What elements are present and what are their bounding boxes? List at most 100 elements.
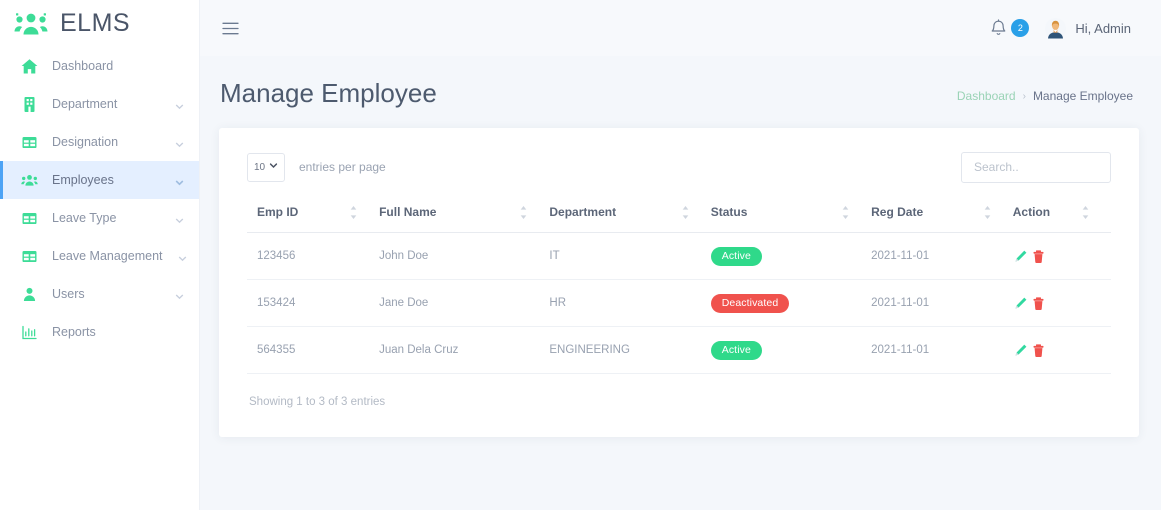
users-icon [21, 172, 38, 189]
chevron-down-icon [174, 289, 185, 300]
pencil-icon[interactable] [1013, 296, 1028, 311]
cell-full-name: Juan Dela Cruz [379, 326, 550, 374]
hamburger-icon[interactable] [222, 22, 239, 35]
table-icon [21, 248, 38, 265]
sidebar-item-label: Designation [52, 135, 119, 149]
column-header-status[interactable]: Status [710, 199, 872, 233]
status-badge: Active [710, 340, 762, 360]
column-header-action[interactable]: Action [1012, 199, 1111, 233]
cell-department: HR [549, 279, 711, 327]
page-length-select[interactable]: 10 [247, 152, 285, 182]
cell-emp-id: 153424 [247, 279, 380, 327]
sidebar-item-employees[interactable]: Employees [0, 161, 199, 199]
table-row: 153424 Jane Doe HR Deactivated 2021-11-0… [247, 279, 1111, 327]
column-header-department[interactable]: Department [549, 199, 711, 233]
trash-icon[interactable] [1031, 296, 1046, 311]
chevron-down-icon [177, 251, 188, 262]
cell-action [1012, 232, 1111, 280]
table-footer-info: Showing 1 to 3 of 3 entries [249, 396, 386, 408]
table-body: 123456 John Doe IT Active 2021-11-01 153… [247, 232, 1111, 374]
topbar: 2 Hi, Admin [200, 0, 1161, 56]
sidebar: ELMS Dashboard Department Designation Em… [0, 0, 200, 510]
breadcrumb-dashboard-link[interactable]: Dashboard [957, 89, 1016, 103]
cell-reg-date: 2021-11-01 [871, 326, 1013, 374]
pencil-icon[interactable] [1013, 343, 1028, 358]
column-label: Emp ID [257, 205, 299, 219]
sidebar-item-reports[interactable]: Reports [0, 313, 199, 351]
sidebar-item-label: Leave Management [52, 249, 163, 263]
sort-icon [842, 205, 849, 219]
sidebar-item-leave-management[interactable]: Leave Management [0, 237, 199, 275]
cell-action [1012, 279, 1111, 327]
user-icon [21, 286, 38, 303]
column-header-emp-id[interactable]: Emp ID [247, 199, 380, 233]
table-head: Emp ID Full Name Department Status Reg D… [247, 199, 1111, 233]
cell-action [1012, 326, 1111, 374]
cell-status: Active [710, 232, 872, 280]
table-row: 123456 John Doe IT Active 2021-11-01 [247, 232, 1111, 280]
bell-icon [990, 18, 1007, 38]
trash-icon[interactable] [1031, 343, 1046, 358]
entries-per-page-label: entries per page [299, 160, 386, 174]
cell-department: IT [549, 232, 711, 280]
sort-icon [984, 205, 991, 219]
table-icon [21, 134, 38, 151]
sidebar-item-leave-type[interactable]: Leave Type [0, 199, 199, 237]
breadcrumb: Dashboard › Manage Employee [957, 89, 1133, 108]
table-header-row: Emp ID Full Name Department Status Reg D… [247, 199, 1111, 233]
status-badge: Active [710, 246, 762, 266]
user-menu[interactable]: Hi, Admin [1045, 17, 1131, 39]
sidebar-item-label: Users [52, 287, 85, 301]
table-row: 564355 Juan Dela Cruz ENGINEERING Active… [247, 326, 1111, 374]
sort-icon [682, 205, 689, 219]
column-header-reg-date[interactable]: Reg Date [871, 199, 1013, 233]
avatar-icon [1045, 17, 1067, 39]
table-toolbar: 10 entries per page [247, 150, 1111, 184]
topbar-right: 2 Hi, Admin [990, 17, 1131, 39]
sort-icon [520, 205, 527, 219]
page-length-value: 10 [253, 161, 266, 173]
sidebar-item-users[interactable]: Users [0, 275, 199, 313]
users-group-icon [14, 11, 48, 37]
sidebar-item-label: Leave Type [52, 211, 117, 225]
brand[interactable]: ELMS [0, 0, 199, 47]
employee-table-card: 10 entries per page Emp ID [219, 128, 1139, 437]
cell-department: ENGINEERING [549, 326, 711, 374]
main-area: 2 Hi, Admin Manage Employee Dashboard › … [200, 0, 1161, 510]
status-badge: Deactivated [710, 293, 790, 313]
breadcrumb-current: Manage Employee [1032, 89, 1133, 103]
sidebar-item-label: Department [52, 97, 118, 111]
column-label: Status [710, 205, 748, 219]
chevron-down-icon [174, 99, 185, 110]
pencil-icon[interactable] [1013, 249, 1028, 264]
cell-status: Active [710, 326, 872, 374]
notifications-button[interactable]: 2 [990, 18, 1030, 38]
trash-icon[interactable] [1031, 249, 1046, 264]
notification-count-badge: 2 [1011, 19, 1030, 37]
sidebar-item-dashboard[interactable]: Dashboard [0, 47, 199, 85]
column-header-full-name[interactable]: Full Name [379, 199, 550, 233]
column-label: Reg Date [871, 205, 924, 219]
column-label: Action [1012, 205, 1051, 219]
sidebar-item-department[interactable]: Department [0, 85, 199, 123]
sort-icon [1082, 205, 1089, 219]
chevron-down-icon [174, 213, 185, 224]
sort-icon [350, 205, 357, 219]
sidebar-item-designation[interactable]: Designation [0, 123, 199, 161]
search-input[interactable] [961, 151, 1111, 183]
cell-emp-id: 564355 [247, 326, 380, 374]
chevron-down-icon [174, 175, 185, 186]
sidebar-item-label: Employees [52, 173, 114, 187]
chevron-down-icon [174, 137, 185, 148]
employee-table: Emp ID Full Name Department Status Reg D… [247, 199, 1111, 374]
column-label: Full Name [379, 205, 437, 219]
sidebar-nav: Dashboard Department Designation Employe… [0, 47, 199, 351]
cell-emp-id: 123456 [247, 232, 380, 280]
table-icon [21, 210, 38, 227]
app-root: ELMS Dashboard Department Designation Em… [0, 0, 1161, 510]
cell-reg-date: 2021-11-01 [871, 232, 1013, 280]
home-icon [21, 58, 38, 75]
cell-full-name: Jane Doe [379, 279, 550, 327]
page-header: Manage Employee Dashboard › Manage Emplo… [200, 56, 1161, 108]
cell-reg-date: 2021-11-01 [871, 279, 1013, 327]
